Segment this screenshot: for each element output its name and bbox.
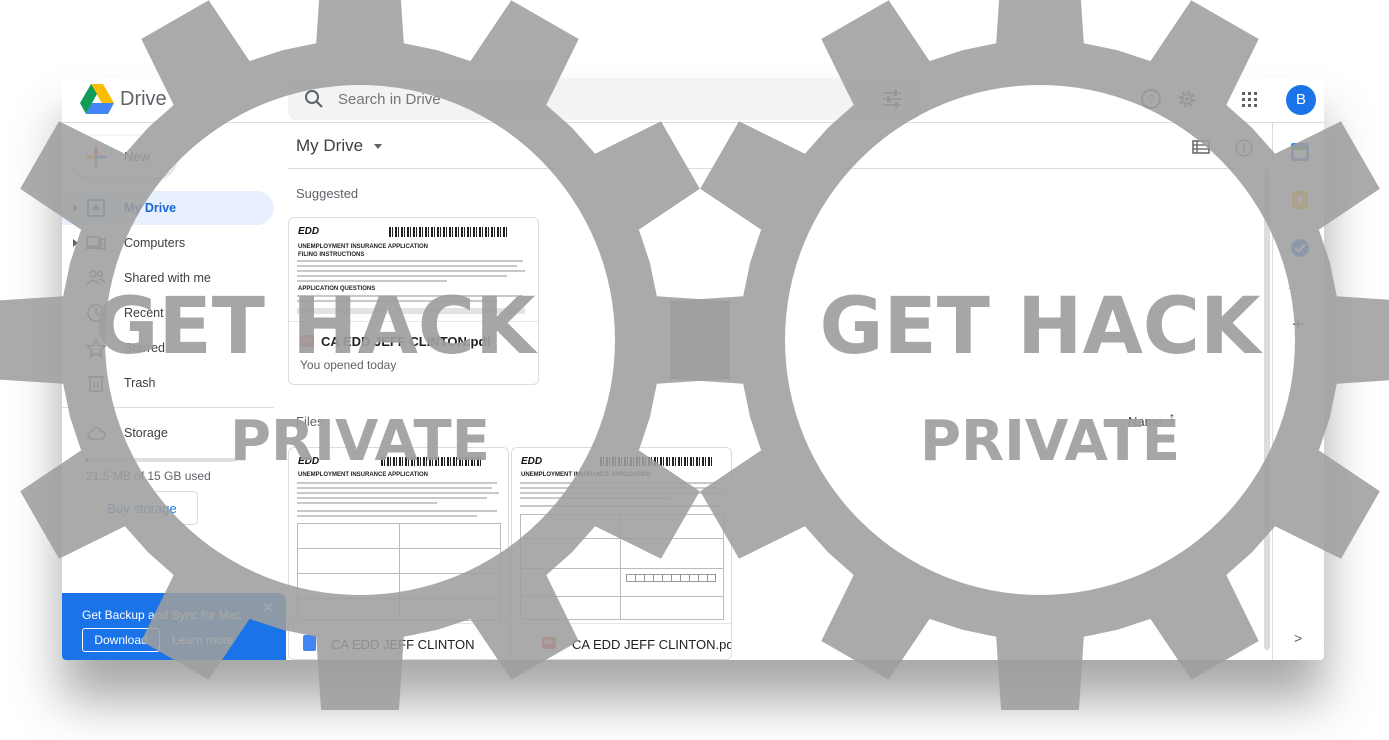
form-table xyxy=(520,514,724,620)
files-heading: Files xyxy=(296,414,324,429)
shared-icon xyxy=(86,270,106,285)
screenshot-stage: Drive ? xyxy=(0,0,1389,740)
file-card[interactable]: EDD UNEMPLOYMENT INSURANCE APPLICATION P… xyxy=(511,447,732,660)
search-input[interactable] xyxy=(338,86,858,112)
apps-grid-icon[interactable] xyxy=(1238,88,1260,110)
doc-preview-logo: EDD xyxy=(298,456,320,467)
sidebar-item-label: Storage xyxy=(124,426,168,440)
help-icon[interactable]: ? xyxy=(1140,88,1162,110)
account-avatar[interactable]: B xyxy=(1286,85,1316,115)
file-thumbnail: EDD UNEMPLOYMENT INSURANCE APPLICATION F… xyxy=(289,218,538,322)
barcode-graphic xyxy=(389,227,507,237)
sidebar-item-label: Starred xyxy=(124,341,165,355)
info-icon[interactable] xyxy=(1234,138,1254,158)
plus-icon xyxy=(86,147,106,167)
search-icon[interactable] xyxy=(304,89,324,109)
side-panel-separator xyxy=(1288,288,1312,289)
sidebar-item-trash[interactable]: Trash xyxy=(62,366,274,400)
sidebar-item-storage[interactable]: Storage xyxy=(62,416,274,450)
sort-arrow-icon[interactable]: ↑ xyxy=(1168,410,1176,428)
expand-arrow-icon[interactable] xyxy=(73,239,78,247)
side-panel-divider xyxy=(1272,122,1273,660)
expand-arrow-icon[interactable] xyxy=(73,204,78,212)
learn-more-link[interactable]: Learn more xyxy=(172,633,233,647)
top-bar: Drive ? xyxy=(62,78,1324,122)
expand-panel-icon[interactable]: > xyxy=(1294,630,1302,646)
keep-icon[interactable] xyxy=(1290,190,1310,210)
sidebar-item-label: Shared with me xyxy=(124,271,211,285)
close-icon[interactable]: ✕ xyxy=(262,599,275,617)
sidebar-item-shared[interactable]: Shared with me xyxy=(62,261,274,295)
new-button-label: New xyxy=(124,149,151,164)
promo-title: Get Backup and Sync for Mac xyxy=(82,608,242,622)
search-options-icon[interactable] xyxy=(882,90,902,108)
list-view-icon[interactable] xyxy=(1192,140,1210,154)
sidebar-item-label: Recent xyxy=(124,306,164,320)
doc-preview-heading: UNEMPLOYMENT INSURANCE APPLICATION xyxy=(521,472,652,478)
pdf-icon: PDF xyxy=(542,637,556,649)
computers-icon xyxy=(86,236,106,250)
suggested-heading: Suggested xyxy=(296,186,359,201)
my-drive-icon xyxy=(87,199,105,217)
sidebar-item-label: Trash xyxy=(124,376,156,390)
app-brand[interactable]: Drive xyxy=(120,88,167,111)
drive-window: Drive ? xyxy=(62,78,1324,660)
file-card[interactable]: EDD UNEMPLOYMENT INSURANCE APPLICATION C… xyxy=(288,447,509,660)
file-activity: You opened today xyxy=(300,358,397,372)
drive-logo-icon[interactable] xyxy=(80,84,114,114)
storage-usage-text: 21.5 MB of 15 GB used xyxy=(86,469,211,483)
new-button[interactable]: New xyxy=(70,136,176,178)
trash-icon xyxy=(88,376,104,392)
doc-preview-logo: EDD xyxy=(521,456,543,467)
file-thumbnail: EDD UNEMPLOYMENT INSURANCE APPLICATION xyxy=(289,448,508,624)
file-name: CA EDD JEFF CLINTON.pdf xyxy=(321,334,491,349)
main-header-divider xyxy=(288,168,1268,169)
storage-meter xyxy=(86,458,236,462)
file-thumbnail: EDD UNEMPLOYMENT INSURANCE APPLICATION xyxy=(512,448,731,624)
page-title[interactable]: My Drive xyxy=(296,136,363,156)
doc-preview-heading: UNEMPLOYMENT INSURANCE APPLICATION xyxy=(298,472,429,478)
header-divider xyxy=(62,122,1324,123)
download-button[interactable]: Download xyxy=(82,628,160,652)
doc-preview-subheading: FILING INSTRUCTIONS xyxy=(298,252,365,258)
pdf-icon: PDF xyxy=(300,335,314,347)
settings-gear-icon[interactable] xyxy=(1176,88,1198,110)
barcode-graphic xyxy=(600,457,712,466)
barcode-graphic xyxy=(381,457,481,466)
storage-meter-fill xyxy=(86,458,88,462)
chevron-down-icon[interactable] xyxy=(374,144,382,149)
search-bar[interactable] xyxy=(288,78,920,120)
top-caption-strip xyxy=(0,0,1389,40)
google-doc-icon xyxy=(303,635,316,651)
doc-preview-logo: EDD xyxy=(298,226,320,237)
svg-text:?: ? xyxy=(1148,93,1155,107)
sidebar-item-recent[interactable]: Recent xyxy=(62,296,274,330)
buy-storage-button[interactable]: Buy storage xyxy=(86,491,198,525)
sidebar-item-my-drive[interactable]: My Drive xyxy=(62,191,274,225)
cloud-icon xyxy=(87,427,106,440)
sidebar-item-label: My Drive xyxy=(124,201,177,215)
calendar-icon[interactable] xyxy=(1290,142,1310,162)
backup-sync-promo: Get Backup and Sync for Mac ✕ Download L… xyxy=(62,593,286,660)
sidebar-divider xyxy=(62,407,274,408)
doc-preview-heading: UNEMPLOYMENT INSURANCE APPLICATION xyxy=(298,244,429,250)
sidebar-item-computers[interactable]: Computers xyxy=(62,226,274,260)
scrollbar[interactable] xyxy=(1264,170,1270,650)
sidebar-item-label: Computers xyxy=(124,236,186,250)
file-name: CA EDD JEFF CLINTON.pdf xyxy=(572,637,732,652)
sort-by-name[interactable]: Name xyxy=(1128,414,1163,429)
add-addon-icon[interactable]: + xyxy=(1292,314,1304,337)
sidebar-item-starred[interactable]: Starred xyxy=(62,331,274,365)
star-icon xyxy=(86,338,106,358)
tasks-icon[interactable] xyxy=(1290,238,1310,258)
clock-icon xyxy=(87,304,105,322)
doc-preview-subheading: APPLICATION QUESTIONS xyxy=(298,286,376,292)
file-name: CA EDD JEFF CLINTON xyxy=(331,637,475,652)
suggested-file-card[interactable]: EDD UNEMPLOYMENT INSURANCE APPLICATION F… xyxy=(288,217,539,385)
